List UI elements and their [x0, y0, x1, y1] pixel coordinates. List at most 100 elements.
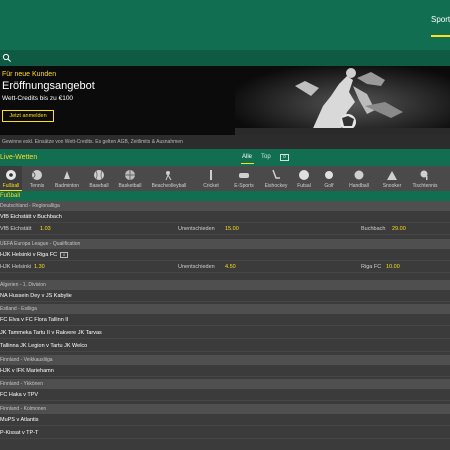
- sport-filter-tabletennis[interactable]: Tischtennis: [409, 166, 441, 191]
- odds-row: VfB Eichstätt 1.03 Unentschieden 15.00 B…: [0, 223, 450, 235]
- sport-filter-football[interactable]: Fußball: [0, 166, 22, 191]
- sport-label: Cricket: [203, 183, 219, 189]
- sport-filter-baseball[interactable]: Baseball: [85, 166, 113, 191]
- odds-draw-label[interactable]: Unentschieden: [178, 264, 215, 270]
- league-header[interactable]: UEFA Europa League - Qualification: [0, 239, 450, 249]
- register-button[interactable]: Jetzt anmelden: [2, 110, 54, 122]
- basketball-icon: [125, 170, 135, 180]
- match-name[interactable]: JK Tammeka Tartu II v Rakvere JK Tarvas: [0, 330, 102, 336]
- section-title: Fußball: [0, 193, 21, 199]
- page: Sport Für neue Kunden Eröffnungsangebot …: [0, 0, 450, 450]
- sport-filter-esports[interactable]: E-Sports: [229, 166, 259, 191]
- golf-icon: [325, 171, 333, 179]
- stream-badge: 8: [60, 252, 69, 258]
- sports-filter-bar: Fußball Tennis Badminton Baseball Basketball…: [0, 166, 450, 191]
- sport-filter-handball[interactable]: Handball: [344, 166, 374, 191]
- match-name[interactable]: NA Hussein Dey v JS Kabylie: [0, 293, 72, 299]
- match-row[interactable]: FC Elva v FC Flora Tallinn II: [0, 314, 450, 326]
- sport-label: Tischtennis: [412, 183, 438, 189]
- sport-filter-golf[interactable]: Golf: [318, 166, 340, 191]
- league-header[interactable]: Deutschland - Regionalliga: [0, 201, 450, 211]
- league-header[interactable]: Finnland - Kolmonen: [0, 404, 450, 414]
- odds-draw-value[interactable]: 15.00: [225, 226, 239, 232]
- league-name: Deutschland - Regionalliga: [0, 203, 60, 209]
- terms-strip: Gewinne exkl. Einsätze von Wett-Credits.…: [0, 135, 450, 149]
- sport-label: Tennis: [29, 183, 45, 189]
- match-row[interactable]: Tallinna JK Legion v Tartu JK Welco: [0, 340, 450, 352]
- match-name[interactable]: P-Kissat v TP-T: [0, 430, 38, 436]
- match-name[interactable]: MuPS v Atlantis: [0, 417, 39, 423]
- odds-away-label[interactable]: Riga FC: [361, 264, 381, 270]
- search-bar[interactable]: [0, 50, 450, 66]
- sport-label: E-Sports: [234, 183, 254, 189]
- sport-label: Badminton: [55, 183, 79, 189]
- match-row[interactable]: JK Tammeka Tartu II v Rakvere JK Tarvas: [0, 327, 450, 339]
- sport-filter-futsal[interactable]: Futsal: [293, 166, 315, 191]
- match-name[interactable]: FC Elva v FC Flora Tallinn II: [0, 317, 68, 323]
- sport-filter-tennis[interactable]: Tennis: [24, 166, 50, 191]
- odds-draw-label[interactable]: Unentschieden: [178, 226, 215, 232]
- cricket-icon: [210, 170, 212, 180]
- match-name[interactable]: HJK Helsinki v Riga FC 8: [0, 252, 69, 258]
- league-header[interactable]: Finnland - Ykkönen: [0, 379, 450, 389]
- tab-top[interactable]: Top: [261, 154, 271, 160]
- league-header[interactable]: Algerien - 1. Division: [0, 280, 450, 290]
- badminton-icon: [64, 171, 70, 179]
- baseball-icon: [94, 170, 104, 180]
- odds-home-label[interactable]: VfB Eichstätt: [0, 226, 32, 232]
- odds-home-label[interactable]: HJK Helsinki: [0, 264, 31, 270]
- icehockey-icon: [272, 169, 280, 179]
- handball-icon: [354, 170, 364, 180]
- odds-row: HJK Helsinki 1.30 Unentschieden 4.50 Rig…: [0, 261, 450, 273]
- sport-filter-icehockey[interactable]: Eishockey: [261, 166, 291, 191]
- odds-away-value[interactable]: 10.00: [386, 264, 400, 270]
- tennis-icon: [32, 170, 42, 180]
- match-row[interactable]: P-Kissat v TP-T: [0, 427, 450, 439]
- match-row[interactable]: FC Haka v TPV: [0, 389, 450, 401]
- match-name[interactable]: HJK v IFK Mariehamn: [0, 368, 54, 374]
- match-name[interactable]: FC Haka v TPV: [0, 392, 38, 398]
- league-name: UEFA Europa League - Qualification: [0, 241, 81, 247]
- sport-filter-badminton[interactable]: Badminton: [52, 166, 82, 191]
- match-name[interactable]: Tallinna JK Legion v Tartu JK Welco: [0, 343, 87, 349]
- sport-label: Beachvolleyball: [151, 183, 187, 189]
- odds-home-value[interactable]: 1.03: [40, 226, 51, 232]
- promo-description: Wett-Credits bis zu €100: [2, 95, 74, 102]
- odds-away-value[interactable]: 29.00: [392, 226, 406, 232]
- odds-away-label[interactable]: Buchbach: [361, 226, 385, 232]
- odds-draw-value[interactable]: 4.50: [225, 264, 236, 270]
- sport-label: Snooker: [382, 183, 402, 189]
- stream-badge[interactable]: 8: [280, 154, 289, 161]
- sport-filter-cricket[interactable]: Cricket: [198, 166, 224, 191]
- sport-filter-snooker[interactable]: Snooker: [377, 166, 407, 191]
- tab-all[interactable]: Alle: [242, 154, 252, 160]
- sport-filter-beachvolleyball[interactable]: Beachvolleyball: [147, 166, 191, 191]
- sport-label: Basketball: [118, 183, 142, 189]
- promo-banner[interactable]: Für neue Kunden Eröffnungsangebot Wett-C…: [0, 66, 450, 135]
- sport-label: Fußball: [2, 183, 20, 189]
- nav-sport-link[interactable]: Sport: [431, 15, 450, 24]
- search-icon[interactable]: [2, 53, 12, 63]
- match-row[interactable]: VfB Eichstätt v Buchbach: [0, 211, 450, 223]
- match-name-text: HJK Helsinki v Riga FC: [0, 252, 58, 258]
- league-header[interactable]: Finnland - Veikkausliiga: [0, 355, 450, 365]
- match-row[interactable]: HJK v IFK Mariehamn: [0, 365, 450, 377]
- snooker-icon: [387, 171, 397, 180]
- sport-label: Baseball: [89, 183, 109, 189]
- sport-filter-basketball[interactable]: Basketball: [116, 166, 144, 191]
- promo-title: Eröffnungsangebot: [2, 80, 95, 92]
- odds-home-value[interactable]: 1.30: [34, 264, 45, 270]
- live-betting-title: Live-Wetten: [0, 154, 38, 161]
- league-name: Finnland - Ykkönen: [0, 381, 43, 387]
- sport-label: Golf: [324, 183, 334, 189]
- match-row[interactable]: MuPS v Atlantis: [0, 414, 450, 426]
- match-row[interactable]: NA Hussein Dey v JS Kabylie: [0, 290, 450, 302]
- match-name[interactable]: VfB Eichstätt v Buchbach: [0, 214, 62, 220]
- match-row[interactable]: HJK Helsinki v Riga FC 8: [0, 249, 450, 261]
- nav-active-indicator: [431, 35, 450, 37]
- live-betting-header: Live-Wetten Alle Top 8: [0, 149, 450, 166]
- league-header[interactable]: Estland - Esiliiga: [0, 304, 450, 314]
- terms-text: Gewinne exkl. Einsätze von Wett-Credits.…: [2, 139, 183, 145]
- sport-label: Eishockey: [264, 183, 288, 189]
- league-name: Finnland - Kolmonen: [0, 406, 47, 412]
